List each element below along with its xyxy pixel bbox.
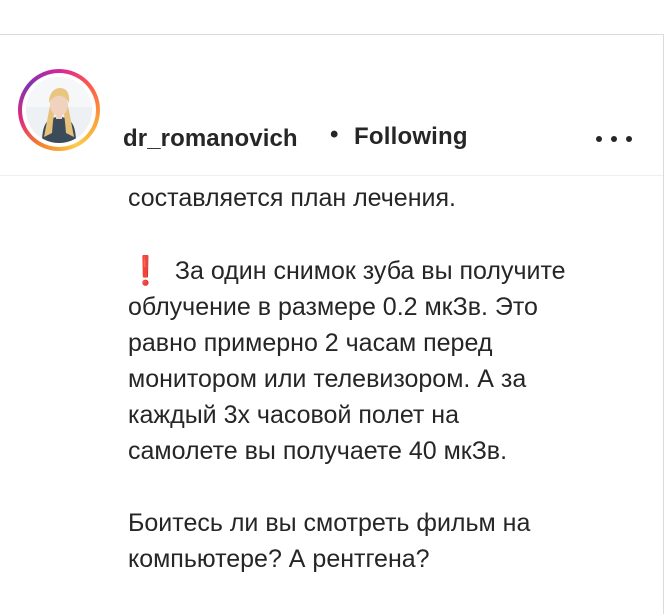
more-dot-icon	[626, 136, 632, 142]
story-ring[interactable]	[18, 69, 100, 151]
caption-line: монитором или телевизором. А за	[128, 365, 527, 393]
post-caption: составляется план лечения. ❗ За один сним…	[128, 180, 648, 577]
caption-line: самолете вы получаете 40 мкЗв.	[128, 437, 508, 465]
caption-line: Боитесь ли вы смотреть фильм на	[128, 509, 531, 537]
caption-line: составляется план лечения.	[128, 184, 456, 212]
avatar[interactable]	[26, 77, 92, 143]
separator-dot: •	[330, 121, 339, 148]
following-button[interactable]: Following	[354, 123, 468, 151]
caption-line: каждый 3х часовой полет на	[128, 401, 460, 429]
caption-line: компьютере? А рентгена?	[128, 545, 430, 573]
caption-line: равно примерно 2 часам перед	[128, 329, 493, 357]
more-dot-icon	[596, 136, 602, 142]
exclamation-icon: ❗	[128, 255, 163, 286]
more-options-icon[interactable]	[596, 127, 632, 151]
avatar-ring-gap	[22, 73, 96, 147]
caption-line: облучение в размере 0.2 мкЗв. Это	[128, 293, 538, 321]
avatar-photo-icon	[26, 77, 92, 143]
caption-line: ❗ За один снимок зуба вы получите	[128, 252, 648, 289]
more-dot-icon	[611, 136, 617, 142]
username-link[interactable]: dr_romanovich	[123, 125, 298, 153]
post-header: dr_romanovich • Following	[0, 35, 663, 176]
